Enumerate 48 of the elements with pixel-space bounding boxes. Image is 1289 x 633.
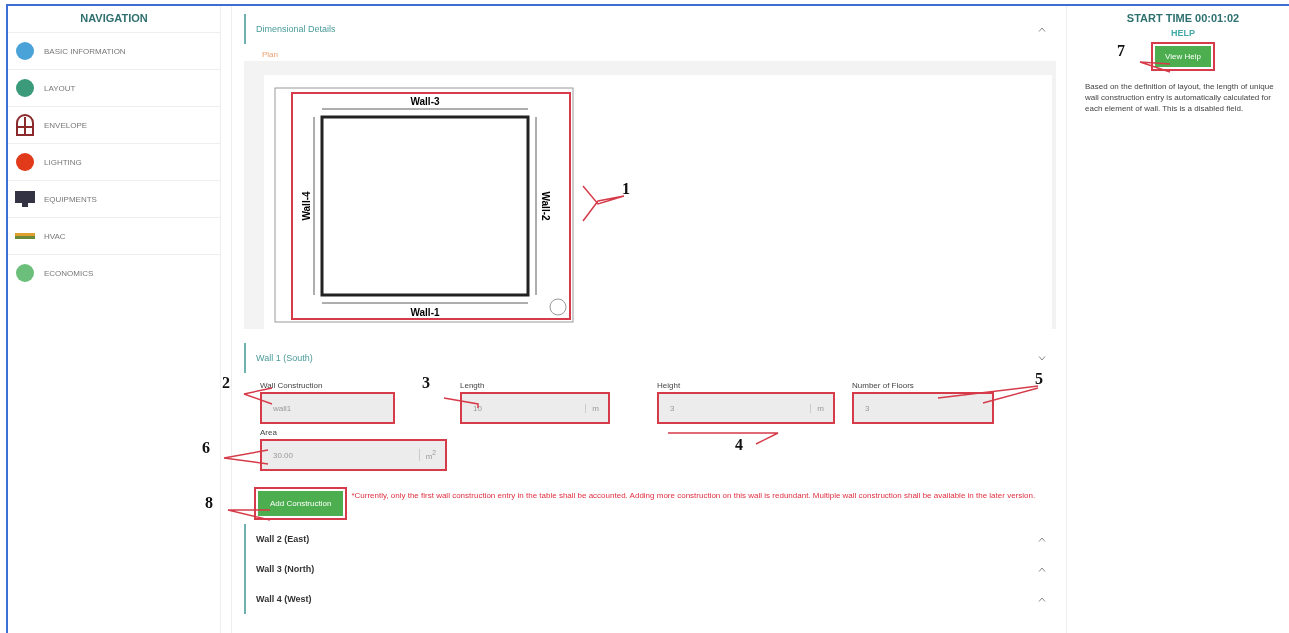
leader-line xyxy=(582,185,625,222)
bars-icon xyxy=(14,233,36,239)
input-field[interactable]: 10 m xyxy=(460,392,610,424)
caret-icon xyxy=(1038,355,1046,361)
callout-number: 8 xyxy=(205,494,213,512)
nav-item[interactable]: LIGHTING xyxy=(8,143,220,180)
callout-number: 6 xyxy=(202,439,210,457)
field-label: Area xyxy=(260,428,278,437)
caret-icon xyxy=(1038,596,1046,602)
callout-number: 7 xyxy=(1117,42,1125,60)
nav-item[interactable]: LAYOUT xyxy=(8,69,220,106)
nav-item[interactable]: ECONOMICS xyxy=(8,254,220,291)
wall-label: Wall-2 xyxy=(540,191,551,221)
field-label: Wall Construction xyxy=(260,381,324,390)
help-text: Based on the definition of layout, the length of unique wall construction entry is automatically calculated for each element of wall. This is a disabled field. xyxy=(1085,81,1275,115)
field-label: Length xyxy=(460,381,486,390)
nav-item[interactable]: EQUIPMENTS xyxy=(8,180,220,217)
wall-label: Wall-3 xyxy=(410,96,440,107)
warning-note: *Currently, only the first wall construction entry in the table shall be accounted. Adding more construction on this wall is redundant. Multiple wall construction shall be available in the later version. xyxy=(351,491,1036,502)
callout-number: 3 xyxy=(422,374,430,392)
monitor-icon xyxy=(14,188,36,210)
callout-number: 2 xyxy=(222,374,230,392)
leader-line xyxy=(223,449,269,465)
nav-item[interactable]: BASIC INFORMATION xyxy=(8,32,220,69)
leader-line xyxy=(1139,61,1171,73)
window-icon xyxy=(14,114,36,136)
callout-number: 5 xyxy=(1035,370,1043,388)
start-time: START TIME 00:01:02 xyxy=(1126,12,1240,24)
wall-label: Wall-4 xyxy=(301,191,312,221)
leader-line xyxy=(227,509,271,521)
nav-item[interactable]: HVAC xyxy=(8,217,220,254)
field-label: Height xyxy=(657,381,682,390)
callout-number: 1 xyxy=(622,180,630,198)
nav-title: NAVIGATION xyxy=(79,11,149,26)
leader-line xyxy=(243,387,273,405)
callout-number: 4 xyxy=(735,436,743,454)
caret-icon xyxy=(1038,566,1046,572)
field-label: Number of Floors xyxy=(852,381,915,390)
input-field[interactable]: wall1 xyxy=(260,392,395,424)
input-field[interactable]: 30.00 m$^{2}$ xyxy=(260,439,447,471)
help-title: HELP xyxy=(1171,28,1195,38)
input-field[interactable]: 3 m xyxy=(657,392,835,424)
nav-item[interactable]: ENVELOPE xyxy=(8,106,220,143)
caret-icon xyxy=(1038,536,1046,542)
wall-label: Wall-1 xyxy=(410,307,440,318)
input-field[interactable]: 3 xyxy=(852,392,994,424)
zoom-icon xyxy=(549,298,567,316)
caret-icon xyxy=(1038,26,1046,32)
